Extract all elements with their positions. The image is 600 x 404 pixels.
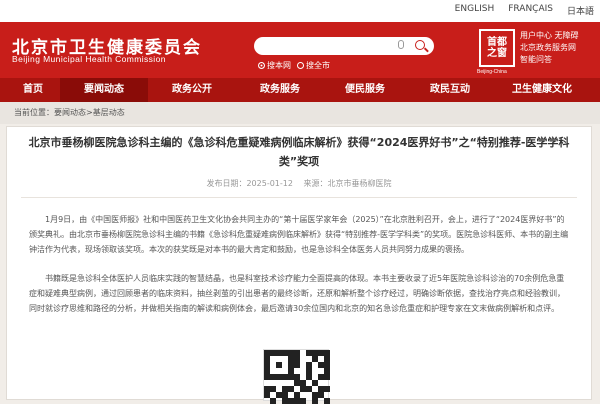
nav-public-service[interactable]: 便民服务: [324, 78, 406, 102]
qr-code-grid: [264, 350, 330, 404]
article-meta: 发布日期：2025-01-12 来源：北京市垂杨柳医院: [7, 178, 591, 189]
search-icon[interactable]: [415, 40, 425, 50]
main-nav: 首页 要闻动态 政务公开 政务服务 便民服务 政民互动 卫生健康文化: [0, 78, 600, 102]
nav-gov-open[interactable]: 政务公开: [148, 78, 236, 102]
article-paragraph-1: 1月9日，由《中国医师报》社和中国医药卫生文化协会共同主办的“第十届医学家年会（…: [29, 215, 569, 254]
nav-gov-service[interactable]: 政务服务: [236, 78, 324, 102]
lang-french[interactable]: FRANÇAIS: [508, 4, 553, 17]
search-input[interactable]: [262, 40, 392, 58]
qr-cell: [324, 398, 330, 404]
scope-site-label: 搜本网: [267, 61, 291, 70]
capital-window-logo[interactable]: 首都 之窗: [479, 29, 515, 67]
site-subtitle: Beijing Municipal Health Commission: [12, 54, 166, 64]
logo-caption: Beijing-China: [477, 69, 507, 75]
qr-code: [263, 349, 330, 404]
divider: [21, 197, 577, 198]
top-bar: ENGLISH FRANÇAIS 日本語: [0, 0, 600, 22]
radio-icon: [297, 62, 304, 69]
article-title: 北京市垂杨柳医院急诊科主编的《急诊科危重疑难病例临床解析》获得“2024医界好书…: [28, 136, 570, 168]
scope-city-label: 搜全市: [306, 61, 330, 70]
lang-english[interactable]: ENGLISH: [455, 4, 495, 17]
radio-selected-icon: [258, 62, 265, 69]
user-center-link[interactable]: 用户中心 无障碍: [520, 30, 579, 41]
lang-japanese[interactable]: 日本語: [567, 4, 594, 17]
nav-interaction[interactable]: 政民互动: [406, 78, 494, 102]
search-box: [254, 37, 434, 58]
nav-news[interactable]: 要闻动态: [60, 78, 148, 102]
language-links: ENGLISH FRANÇAIS 日本語: [455, 4, 594, 17]
site-header: 北京市卫生健康委员会 Beijing Municipal Health Comm…: [0, 22, 600, 78]
article-source: 来源：北京市垂杨柳医院: [303, 179, 392, 188]
publish-date: 发布日期：2025-01-12: [206, 179, 293, 188]
scope-city[interactable]: 搜全市: [297, 60, 330, 71]
nav-health-culture[interactable]: 卫生健康文化: [494, 78, 590, 102]
microphone-icon[interactable]: [398, 40, 404, 49]
nav-home[interactable]: 首页: [6, 78, 60, 102]
breadcrumb: 当前位置：要闻动态>基层动态: [0, 102, 600, 124]
article-panel: 北京市垂杨柳医院急诊科主编的《急诊科危重疑难病例临床解析》获得“2024医界好书…: [6, 126, 592, 404]
scope-site[interactable]: 搜本网: [258, 60, 291, 71]
smart-qa-link[interactable]: 智能问答: [520, 54, 579, 65]
article-paragraph-2: 书籍既是急诊科全体医护人员临床实践的智慧结晶，也是科室技术诊疗能力全面提高的体现…: [29, 274, 565, 313]
gov-service-link[interactable]: 北京政务服务网: [520, 42, 579, 53]
search-scope: 搜本网 搜全市: [258, 60, 330, 71]
service-links: 用户中心 无障碍 北京政务服务网 智能问答: [520, 30, 579, 65]
